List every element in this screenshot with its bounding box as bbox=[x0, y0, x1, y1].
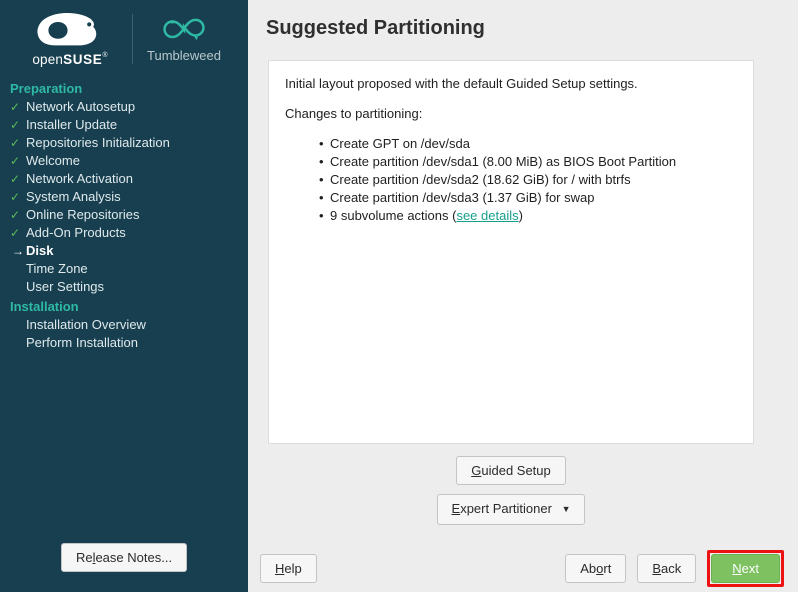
opensuse-wordmark: openSUSE® bbox=[32, 52, 107, 67]
wordmark-open: open bbox=[32, 52, 64, 67]
bottom-button-bar: Help Abort Back Next bbox=[248, 544, 798, 592]
guided-setup-button[interactable]: Guided Setup bbox=[456, 456, 566, 485]
sidebar-item-user-settings[interactable]: User Settings bbox=[10, 278, 248, 296]
sidebar-item-label: Installer Update bbox=[26, 117, 118, 132]
sidebar-item-system-analysis[interactable]: ✓ System Analysis bbox=[10, 188, 248, 206]
sidebar-item-disk[interactable]: → Disk bbox=[10, 242, 248, 260]
sidebar-item-perform-installation[interactable]: Perform Installation bbox=[10, 334, 248, 352]
sidebar-item-welcome[interactable]: ✓ Welcome bbox=[10, 152, 248, 170]
branding-header: openSUSE® Tumbleweed bbox=[0, 0, 248, 78]
main-content: Suggested Partitioning Initial layout pr… bbox=[248, 0, 798, 592]
nav-section-installation: Installation bbox=[10, 299, 79, 314]
sidebar-item-network-autosetup[interactable]: ✓ Network Autosetup bbox=[10, 98, 248, 116]
sidebar-item-label: Network Autosetup bbox=[26, 99, 136, 114]
check-icon: ✓ bbox=[10, 208, 21, 222]
sidebar-item-label: Perform Installation bbox=[26, 335, 138, 350]
accel-l: l bbox=[92, 550, 96, 565]
expert-partitioner-button[interactable]: Expert Partitioner ▼ bbox=[436, 494, 586, 525]
check-icon: ✓ bbox=[10, 226, 21, 240]
sidebar-item-repositories-initialization[interactable]: ✓ Repositories Initialization bbox=[10, 134, 248, 152]
wordmark-suse: SUSE bbox=[63, 52, 103, 67]
partition-actions-list: Create GPT on /dev/sda Create partition … bbox=[319, 135, 737, 225]
installer-window: openSUSE® Tumbleweed Preparation ✓ Networ… bbox=[0, 0, 798, 592]
sidebar-item-label: User Settings bbox=[26, 279, 105, 294]
sidebar-item-label: Online Repositories bbox=[26, 207, 140, 222]
sidebar-item-installation-overview[interactable]: Installation Overview bbox=[10, 316, 248, 334]
check-icon: ✓ bbox=[10, 154, 21, 168]
sidebar-item-network-activation[interactable]: ✓ Network Activation bbox=[10, 170, 248, 188]
sidebar-item-label: Welcome bbox=[26, 153, 80, 168]
see-details-link[interactable]: see details bbox=[456, 208, 518, 223]
list-item: Create GPT on /dev/sda bbox=[319, 135, 737, 153]
page-title: Suggested Partitioning bbox=[266, 17, 485, 39]
list-item: 9 subvolume actions (see details) bbox=[319, 207, 737, 225]
list-item: Create partition /dev/sda1 (8.00 MiB) as… bbox=[319, 153, 737, 171]
check-icon: ✓ bbox=[10, 172, 21, 186]
accel-o: o bbox=[596, 560, 604, 576]
abort-button[interactable]: Abort bbox=[565, 553, 627, 583]
sidebar-item-label: Installation Overview bbox=[26, 317, 146, 332]
accel-e: E bbox=[451, 501, 461, 516]
opensuse-logo: openSUSE® bbox=[18, 11, 122, 67]
accel-g: G bbox=[471, 463, 482, 478]
sidebar-item-label: Add-On Products bbox=[26, 225, 126, 240]
sidebar-item-label: Disk bbox=[26, 243, 54, 258]
sidebar-item-add-on-products[interactable]: ✓ Add-On Products bbox=[10, 224, 248, 242]
sidebar-item-online-repositories[interactable]: ✓ Online Repositories bbox=[10, 206, 248, 224]
accel-n: N bbox=[732, 560, 742, 576]
partitioning-summary-panel: Initial layout proposed with the default… bbox=[268, 60, 754, 444]
sidebar-item-time-zone[interactable]: Time Zone bbox=[10, 260, 248, 278]
sidebar-item-label: Time Zone bbox=[26, 261, 88, 276]
chameleon-icon bbox=[37, 13, 97, 46]
wordmark-registered: ® bbox=[102, 52, 108, 59]
release-notes-button[interactable]: Release Notes... bbox=[60, 543, 188, 572]
check-icon: ✓ bbox=[10, 100, 21, 114]
check-icon: ✓ bbox=[10, 118, 21, 132]
nav-section-preparation: Preparation bbox=[10, 81, 83, 96]
chevron-down-icon: ▼ bbox=[561, 504, 571, 514]
installer-steps-nav: Preparation ✓ Network Autosetup ✓ Installe… bbox=[0, 78, 248, 352]
list-item: Create partition /dev/sda2 (18.62 GiB) f… bbox=[319, 171, 737, 189]
next-button[interactable]: Next bbox=[711, 553, 780, 583]
sidebar-item-label: System Analysis bbox=[26, 189, 121, 204]
list-item: Create partition /dev/sda3 (1.37 GiB) fo… bbox=[319, 189, 737, 207]
sidebar: openSUSE® Tumbleweed Preparation ✓ Networ… bbox=[0, 0, 248, 592]
release-notes-container: Release Notes... bbox=[0, 543, 248, 572]
arrow-right-icon: → bbox=[12, 244, 24, 258]
tumbleweed-logo: Tumbleweed bbox=[147, 15, 221, 63]
bottom-bar-right-group: Abort Back Next bbox=[565, 549, 784, 587]
sidebar-item-installer-update[interactable]: ✓ Installer Update bbox=[10, 116, 248, 134]
changes-heading: Changes to partitioning: bbox=[285, 106, 423, 121]
accel-h: H bbox=[275, 560, 285, 576]
tumbleweed-label: Tumbleweed bbox=[147, 48, 221, 63]
branding-divider bbox=[132, 14, 133, 64]
sidebar-item-label: Repositories Initialization bbox=[26, 135, 170, 150]
sidebar-item-label: Network Activation bbox=[26, 171, 133, 186]
back-button[interactable]: Back bbox=[637, 553, 697, 583]
help-button[interactable]: Help bbox=[260, 553, 317, 583]
accel-b: B bbox=[652, 560, 662, 576]
intro-text: Initial layout proposed with the default… bbox=[285, 76, 638, 91]
next-button-highlight: Next bbox=[707, 549, 784, 587]
check-icon: ✓ bbox=[10, 136, 21, 150]
infinity-icon bbox=[163, 18, 205, 41]
partitioning-action-buttons: Guided Setup Expert Partitioner ▼ bbox=[268, 456, 754, 525]
check-icon: ✓ bbox=[10, 190, 21, 204]
